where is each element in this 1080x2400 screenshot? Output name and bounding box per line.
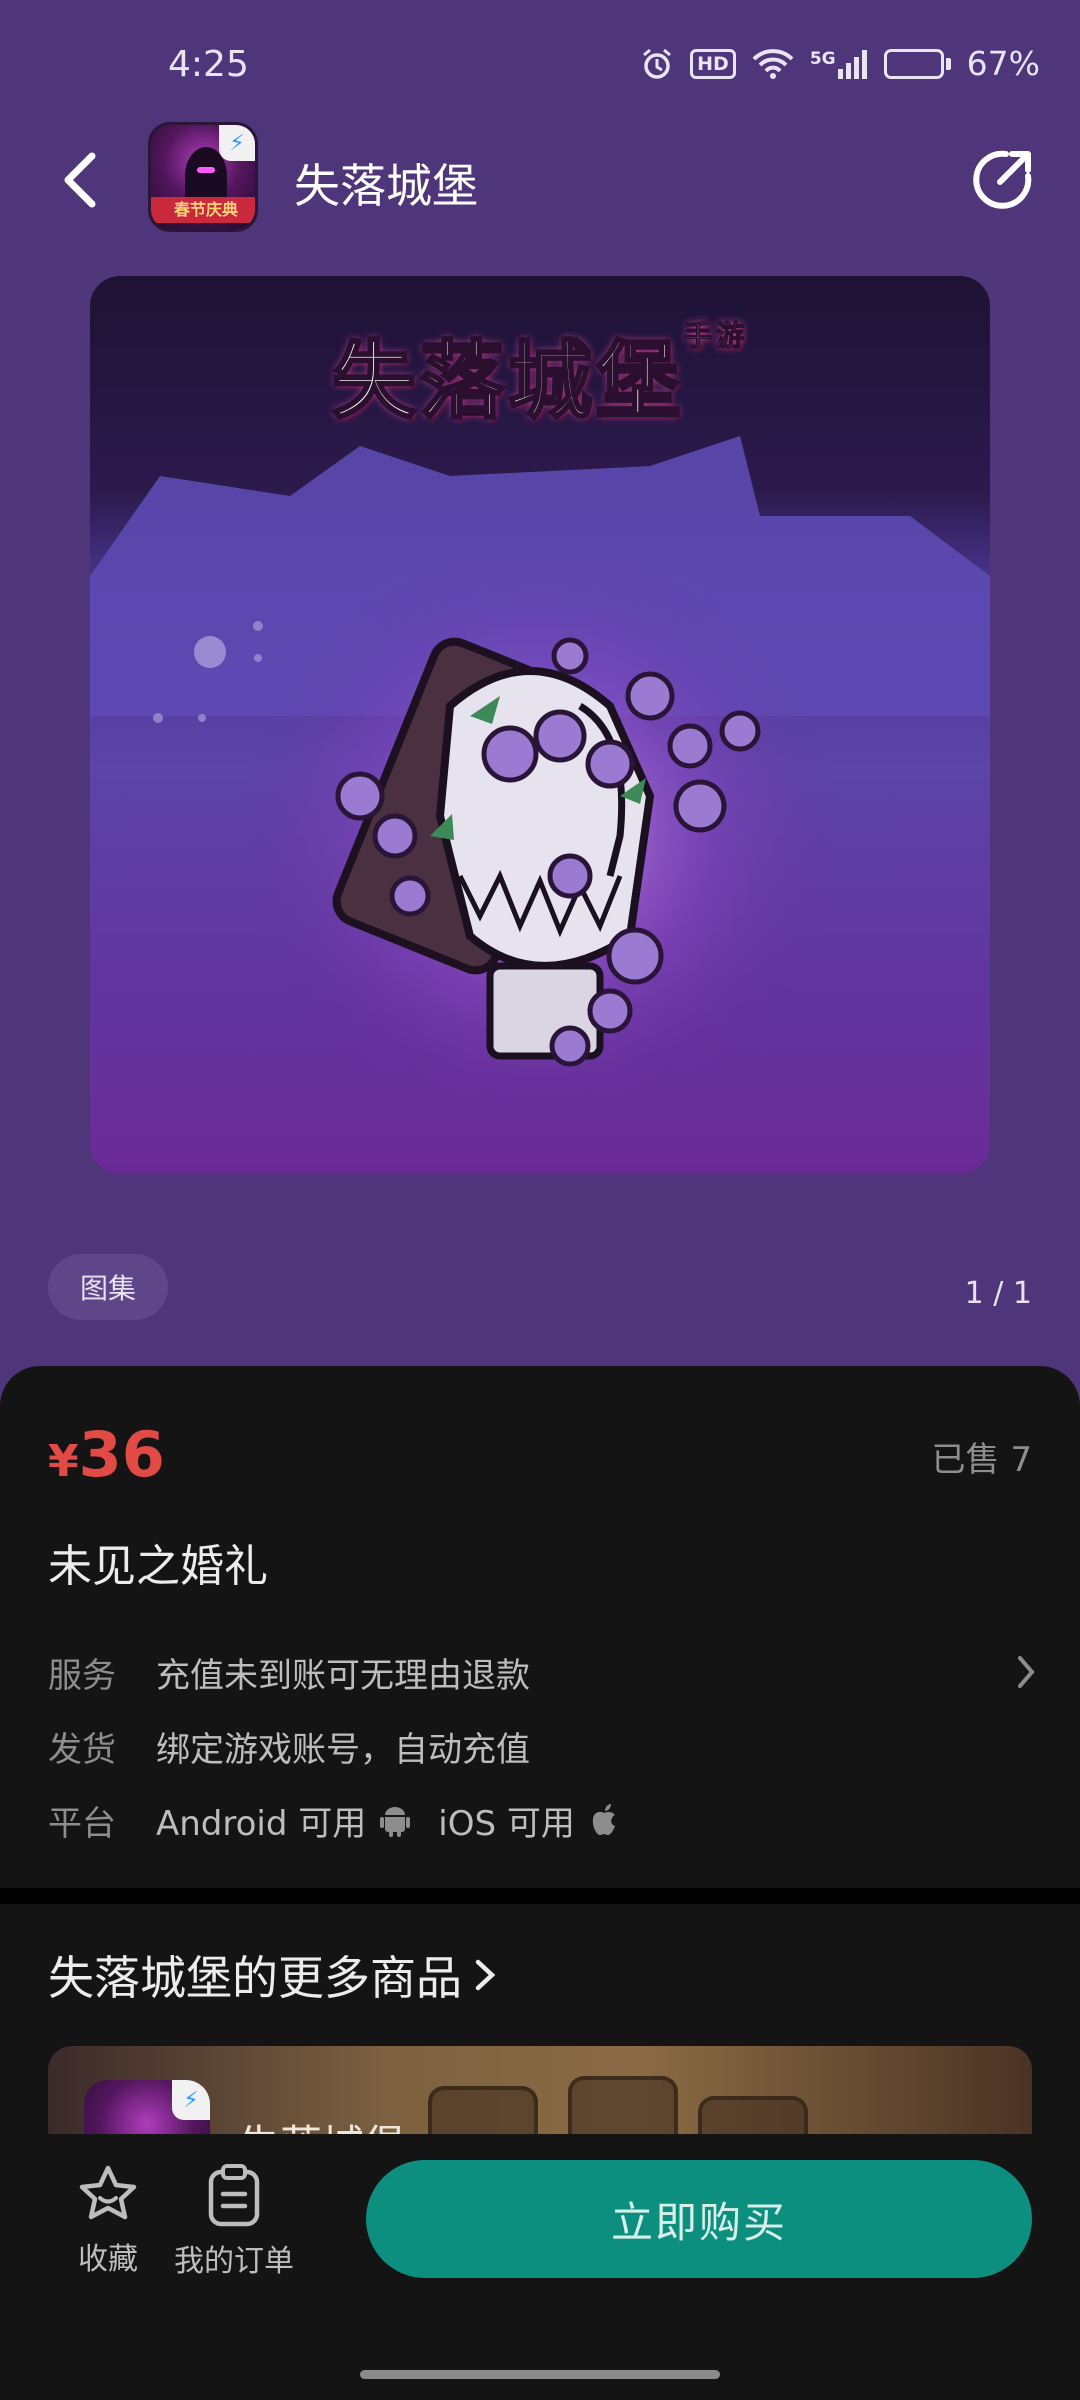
chevron-right-icon xyxy=(1018,1656,1035,1688)
favorite-button[interactable]: 收藏 xyxy=(70,2164,146,2278)
app-header: 春节庆典 ⚡ 失落城堡 xyxy=(0,120,1080,240)
gallery-chip[interactable]: 图集 xyxy=(48,1254,168,1320)
ios-availability: iOS 可用 xyxy=(438,1803,575,1844)
platform-value: Android 可用 iOS 可用 xyxy=(156,1796,647,1845)
bolt-icon: ⚡ xyxy=(219,125,255,161)
card-game-name: 失落城堡 xyxy=(238,2112,406,2134)
price: ¥36 xyxy=(48,1418,165,1491)
battery-icon xyxy=(883,48,951,79)
banner-game-logo: 失落城堡手游 xyxy=(90,314,990,435)
service-row[interactable]: 服务 充值未到账可无理由退款 xyxy=(48,1644,1038,1700)
service-label: 服务 xyxy=(48,1655,116,1696)
section-divider xyxy=(0,1888,1080,1904)
android-availability: Android 可用 xyxy=(156,1803,367,1844)
app-icon[interactable]: 春节庆典 ⚡ xyxy=(148,122,258,232)
platform-label: 平台 xyxy=(48,1803,116,1844)
home-indicator[interactable] xyxy=(360,2370,720,2379)
status-time: 4:25 xyxy=(168,44,249,85)
product-name: 未见之婚礼 xyxy=(48,1541,268,1592)
platform-row: 平台 Android 可用 iOS 可用 xyxy=(48,1792,1038,1848)
more-products-title: 失落城堡的更多商品 xyxy=(48,1951,462,2005)
bottom-action-bar: 收藏 我的订单 立即购买 xyxy=(0,2134,1080,2400)
wifi-icon xyxy=(752,48,794,80)
delivery-label: 发货 xyxy=(48,1729,116,1770)
alarm-icon xyxy=(640,47,674,81)
share-icon xyxy=(973,150,1032,209)
clipboard-icon xyxy=(208,2164,260,2227)
app-icon-ribbon: 春节庆典 xyxy=(151,197,255,223)
share-button[interactable] xyxy=(970,146,1036,212)
network-label: 5G xyxy=(809,48,836,69)
buy-now-button[interactable]: 立即购买 xyxy=(366,2160,1032,2278)
back-icon xyxy=(64,152,96,208)
price-value: 36 xyxy=(78,1418,165,1491)
back-button[interactable] xyxy=(50,148,110,212)
page-title: 失落城堡 xyxy=(294,159,478,213)
delivery-row: 发货 绑定游戏账号，自动充值 xyxy=(48,1718,1038,1774)
product-details-card: ¥36 已售 7 未见之婚礼 服务 充值未到账可无理由退款 发货 绑定游戏账号，… xyxy=(0,1366,1080,1888)
hd-icon: HD xyxy=(690,48,736,79)
product-banner[interactable]: 失落城堡手游 xyxy=(90,276,990,1174)
signal-5g-icon: 5G xyxy=(810,49,868,79)
my-orders-button[interactable]: 我的订单 xyxy=(172,2164,296,2280)
favorite-label: 收藏 xyxy=(78,2242,138,2277)
more-products-section: 失落城堡的更多商品 ⚡ 失落城堡 xyxy=(0,1904,1080,2134)
more-product-card[interactable]: ⚡ 失落城堡 xyxy=(48,2046,1032,2134)
status-bar: 4:25 HD 5G 67% xyxy=(0,0,1080,140)
banner-logo-tag: 手游 xyxy=(683,319,749,353)
bolt-icon: ⚡ xyxy=(172,2080,210,2120)
more-products-link[interactable]: 失落城堡的更多商品 xyxy=(48,1942,500,2008)
apple-icon xyxy=(592,1804,615,1835)
battery-text: 67% xyxy=(966,44,1040,83)
sold-count: 已售 7 xyxy=(931,1440,1032,1480)
status-icons: HD 5G 67% xyxy=(640,44,1040,83)
android-icon xyxy=(380,1807,411,1837)
page-indicator: 1 / 1 xyxy=(964,1276,1032,1311)
price-currency: ¥ xyxy=(48,1436,79,1487)
chevron-right-icon xyxy=(475,1959,496,1991)
star-icon xyxy=(79,2165,137,2220)
banner-logo-text: 失落城堡 xyxy=(330,331,684,432)
delivery-value: 绑定游戏账号，自动充值 xyxy=(156,1729,530,1770)
orders-label: 我的订单 xyxy=(174,2244,294,2279)
service-value: 充值未到账可无理由退款 xyxy=(156,1655,530,1696)
